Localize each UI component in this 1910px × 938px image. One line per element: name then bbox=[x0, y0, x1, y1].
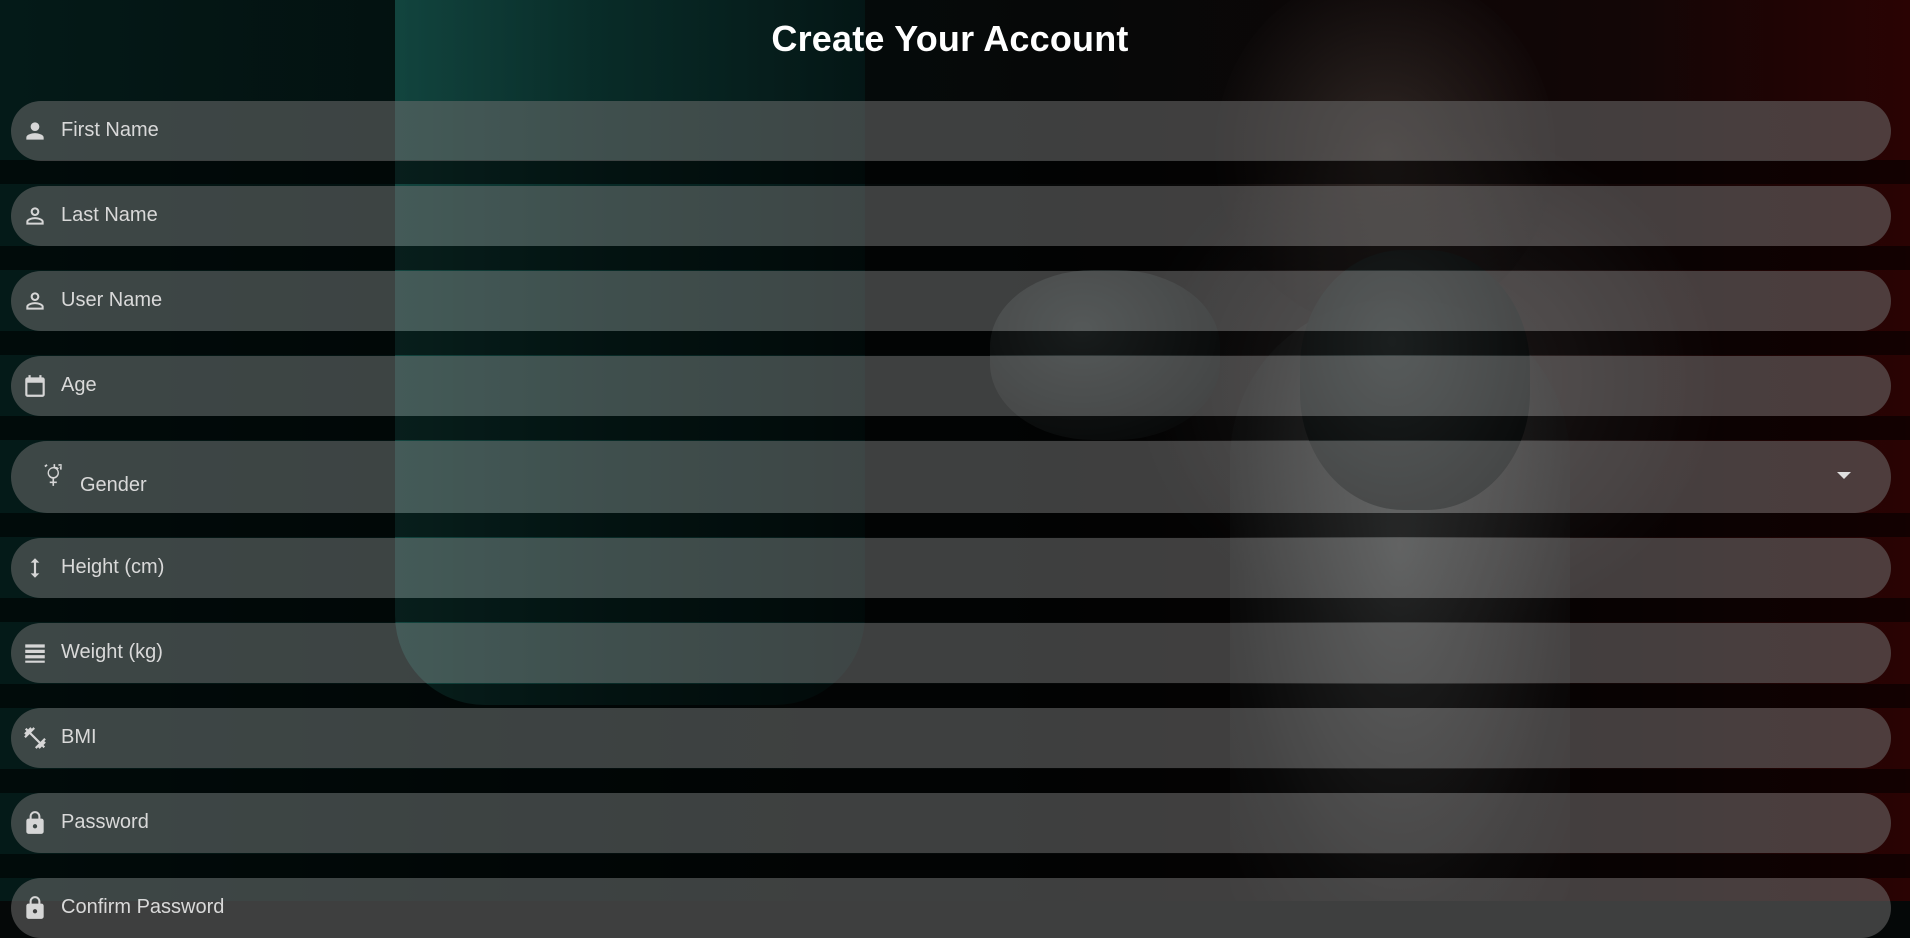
weight-field[interactable]: Weight (kg) bbox=[11, 623, 1891, 683]
weight-icon bbox=[21, 639, 49, 667]
first-name-field[interactable]: First Name bbox=[11, 101, 1891, 161]
scanline bbox=[0, 416, 1910, 440]
weight-label: Weight (kg) bbox=[61, 641, 163, 663]
scanline bbox=[0, 513, 1910, 537]
user-name-field[interactable]: User Name bbox=[11, 271, 1891, 331]
last-name-field[interactable]: Last Name bbox=[11, 186, 1891, 246]
page-title: Create Your Account bbox=[771, 18, 1129, 59]
lock-icon bbox=[21, 809, 49, 837]
height-field[interactable]: Height (cm) bbox=[11, 538, 1891, 598]
confirm-password-label: Confirm Password bbox=[61, 896, 225, 918]
password-field[interactable]: Password bbox=[11, 793, 1891, 853]
fitness-icon bbox=[21, 724, 49, 752]
calendar-icon bbox=[21, 372, 49, 400]
person-outline-icon bbox=[21, 287, 49, 315]
height-icon bbox=[21, 554, 49, 582]
first-name-label: First Name bbox=[61, 119, 159, 141]
scanline bbox=[0, 854, 1910, 878]
user-name-label: User Name bbox=[61, 289, 163, 311]
person-outline-icon bbox=[21, 202, 49, 230]
password-label: Password bbox=[61, 811, 149, 833]
scanline bbox=[0, 684, 1910, 708]
gender-select[interactable]: Gender bbox=[11, 441, 1891, 513]
scanline bbox=[0, 246, 1910, 270]
confirm-password-field[interactable]: Confirm Password bbox=[11, 878, 1891, 938]
bmi-label: BMI bbox=[61, 726, 97, 748]
last-name-label: Last Name bbox=[61, 204, 158, 226]
age-label: Age bbox=[61, 374, 97, 396]
lock-icon bbox=[21, 894, 49, 922]
person-icon bbox=[21, 117, 49, 145]
gender-icon bbox=[39, 461, 67, 489]
height-label: Height (cm) bbox=[61, 556, 165, 578]
chevron-down-icon[interactable] bbox=[1837, 472, 1851, 479]
scanline bbox=[0, 769, 1910, 793]
scanline bbox=[0, 331, 1910, 355]
gender-label: Gender bbox=[80, 474, 147, 496]
scanline bbox=[0, 160, 1910, 184]
age-field[interactable]: Age bbox=[11, 356, 1891, 416]
scanline bbox=[0, 598, 1910, 622]
bmi-field[interactable]: BMI bbox=[11, 708, 1891, 768]
